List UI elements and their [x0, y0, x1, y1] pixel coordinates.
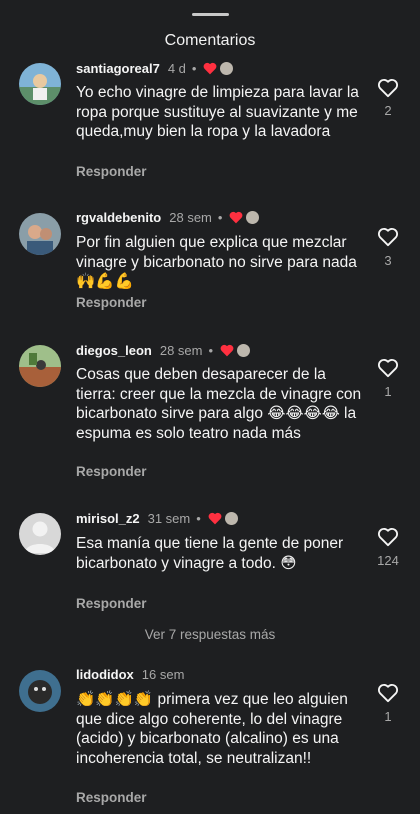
- like-count: 1: [384, 384, 392, 399]
- drag-handle[interactable]: [192, 13, 229, 16]
- creator-avatar: [220, 62, 234, 75]
- timestamp: 31 sem: [147, 511, 191, 526]
- comment-meta: lidodidox 16 sem: [76, 667, 184, 682]
- creator-liked-heart-icon: [203, 62, 217, 75]
- heart-outline-icon[interactable]: [377, 78, 399, 98]
- username[interactable]: mirisol_z2: [76, 511, 140, 526]
- timestamp: 4 d: [167, 61, 186, 76]
- avatar[interactable]: [19, 63, 61, 105]
- like-count: 2: [384, 103, 392, 118]
- separator-dot: •: [196, 511, 201, 526]
- comment-text: 👏👏👏👏 primera vez que leo alguien que dic…: [76, 691, 348, 767]
- separator-dot: •: [217, 210, 223, 225]
- reply-button[interactable]: Responder: [76, 164, 147, 179]
- separator-dot: •: [191, 61, 197, 76]
- avatar[interactable]: [19, 513, 61, 555]
- creator-avatar: [224, 512, 238, 525]
- heart-outline-icon[interactable]: [377, 358, 399, 378]
- comment-text: Esa manía que tiene la gente de poner bi…: [76, 535, 344, 572]
- username[interactable]: diegos_leon: [76, 343, 152, 358]
- like-count: 1: [384, 709, 392, 724]
- timestamp: 28 sem: [159, 343, 203, 358]
- comment-meta: mirisol_z2 31 sem •: [76, 511, 238, 526]
- username[interactable]: lidodidox: [76, 667, 134, 682]
- comment-meta: rgvaldebenito 28 sem •: [76, 210, 260, 225]
- like-count: 124: [377, 553, 399, 568]
- separator-dot: •: [208, 343, 214, 358]
- reply-button[interactable]: Responder: [76, 464, 147, 479]
- comment-text: Cosas que deben desaparecer de la tierra…: [76, 366, 362, 442]
- avatar[interactable]: [19, 213, 61, 255]
- reply-button[interactable]: Responder: [76, 596, 147, 611]
- creator-liked-heart-icon: [208, 512, 222, 525]
- timestamp: 28 sem: [169, 210, 212, 225]
- comment-meta: santiagoreal7 4 d •: [76, 61, 234, 76]
- avatar[interactable]: [19, 345, 61, 387]
- heart-outline-icon[interactable]: [377, 527, 399, 547]
- comment-text: Por fin alguien que explica que mezclar …: [76, 234, 357, 290]
- creator-liked-heart-icon: [229, 211, 243, 224]
- username[interactable]: rgvaldebenito: [76, 210, 161, 225]
- like-count: 3: [384, 253, 392, 268]
- reply-button[interactable]: Responder: [76, 295, 147, 310]
- header-title: Comentarios: [164, 32, 256, 49]
- creator-avatar: [237, 344, 251, 357]
- creator-avatar: [246, 211, 260, 224]
- username[interactable]: santiagoreal7: [76, 61, 160, 76]
- comment-meta: diegos_leon 28 sem •: [76, 343, 251, 358]
- avatar[interactable]: [19, 670, 61, 712]
- heart-outline-icon[interactable]: [377, 683, 399, 703]
- reply-button[interactable]: Responder: [76, 790, 147, 805]
- creator-liked-heart-icon: [220, 344, 234, 357]
- timestamp: 16 sem: [141, 667, 185, 682]
- heart-outline-icon[interactable]: [377, 227, 399, 247]
- comment-text: Yo echo vinagre de limpieza para lavar l…: [76, 84, 359, 140]
- view-more-replies-button[interactable]: Ver 7 respuestas más: [0, 627, 420, 642]
